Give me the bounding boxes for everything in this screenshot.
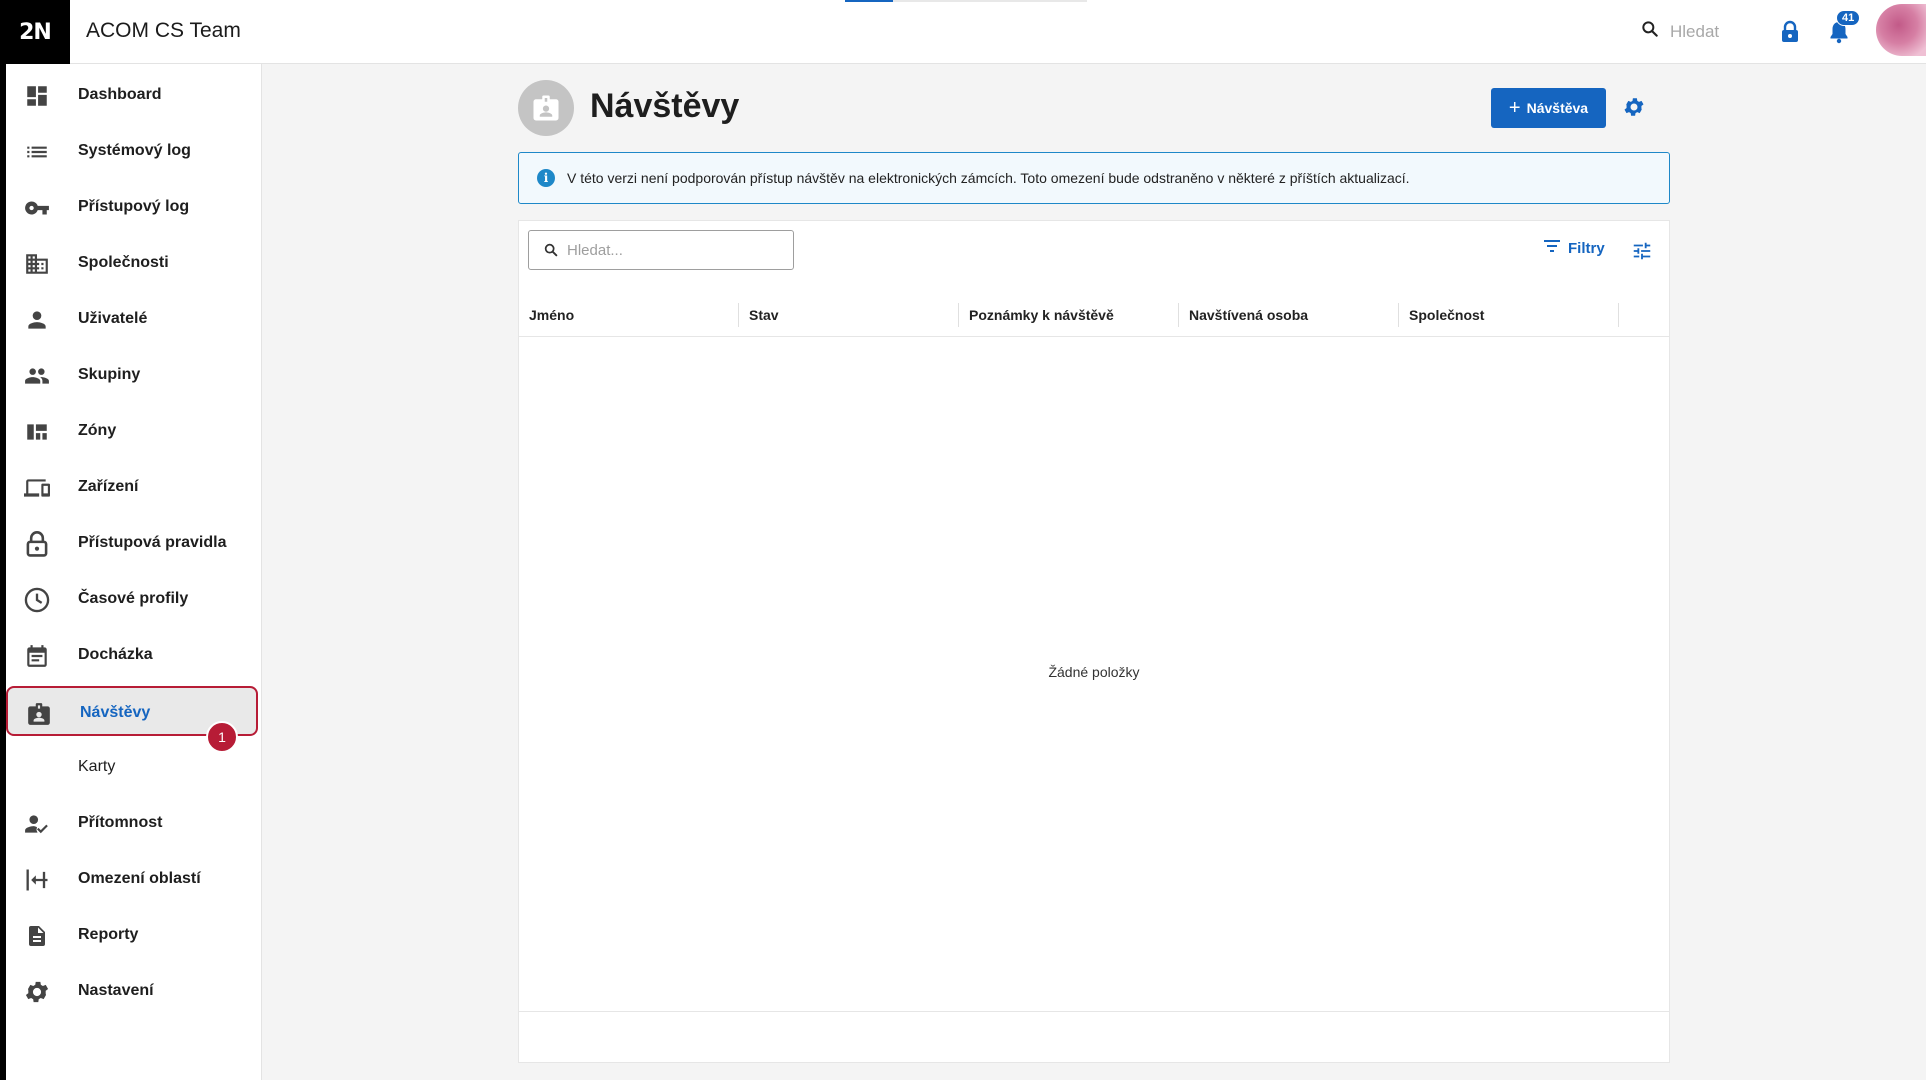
visits-table-card: Filtry Jméno Stav Poznámky k návštěvě Na… <box>518 220 1670 1063</box>
sidebar-item-zones[interactable]: Zóny <box>6 406 258 456</box>
info-alert: i V této verzi není podporován přístup n… <box>518 152 1670 204</box>
top-bar: 2N ACOM CS Team 41 <box>0 0 1926 64</box>
add-visit-label: Návštěva <box>1526 100 1589 116</box>
global-search-input[interactable] <box>1670 21 1760 42</box>
column-header-name[interactable]: Jméno <box>519 293 739 337</box>
sidebar-item-label: Přítomnost <box>78 814 163 831</box>
filter-icon <box>1544 239 1560 257</box>
sidebar-item-cards[interactable]: Karty <box>6 742 258 792</box>
filters-button[interactable]: Filtry <box>1544 239 1605 257</box>
sidebar-item-access-log[interactable]: Přístupový log <box>6 182 258 232</box>
sidebar-item-access-rules[interactable]: Přístupová pravidla <box>6 518 258 568</box>
lock-icon[interactable] <box>1780 20 1800 49</box>
column-header-notes[interactable]: Poznámky k návštěvě <box>959 293 1179 337</box>
sidebar-item-label: Nastavení <box>78 982 154 999</box>
table-search-input[interactable] <box>567 241 787 259</box>
sidebar-item-label: Dashboard <box>78 86 162 103</box>
sidebar-item-devices[interactable]: Zařízení <box>6 462 258 512</box>
calendar-icon <box>23 642 51 670</box>
sidebar-item-label: Přístupová pravidla <box>78 534 227 551</box>
page-title: Návštěvy <box>590 87 740 125</box>
sidebar-item-presence[interactable]: Přítomnost <box>6 798 258 848</box>
brand-logo[interactable]: 2N <box>0 0 70 64</box>
sidebar-item-label: Časové profily <box>78 590 189 607</box>
sidebar-item-label: Skupiny <box>78 366 141 383</box>
sidebar-item-label: Karty <box>78 758 116 775</box>
loading-progress-bar <box>845 0 1087 2</box>
search-icon <box>543 242 559 258</box>
sidebar-item-system-log[interactable]: Systémový log <box>6 126 258 176</box>
app-title: ACOM CS Team <box>86 19 241 42</box>
sidebar-item-label: Zóny <box>78 422 117 439</box>
info-alert-text: V této verzi není podporován přístup náv… <box>567 170 1410 186</box>
sidebar-item-settings[interactable]: Nastavení <box>6 966 258 1016</box>
column-header-company[interactable]: Společnost <box>1399 293 1619 337</box>
lock-open-icon <box>23 530 51 558</box>
table-footer-divider <box>519 1011 1669 1012</box>
column-header-status[interactable]: Stav <box>739 293 959 337</box>
key-icon <box>23 194 51 222</box>
table-search[interactable] <box>528 230 794 270</box>
visitor-badge-icon <box>25 700 53 728</box>
notification-count-badge: 41 <box>1836 10 1861 26</box>
sidebar-item-dashboard[interactable]: Dashboard <box>6 70 258 120</box>
sidebar-item-area-restriction[interactable]: Omezení oblastí <box>6 854 258 904</box>
sidebar-item-label: Docházka <box>78 646 153 663</box>
search-icon[interactable] <box>1640 19 1660 44</box>
settings-icon <box>23 978 51 1006</box>
person-check-icon <box>23 810 51 838</box>
sidebar-item-label: Přístupový log <box>78 198 190 215</box>
sidebar-item-attendance[interactable]: Docházka <box>6 630 258 680</box>
add-visit-button[interactable]: + Návštěva <box>1491 88 1606 128</box>
sidebar-item-label: Návštěvy <box>80 704 151 721</box>
sidebar-item-time-profiles[interactable]: Časové profily <box>6 574 258 624</box>
global-search[interactable] <box>1640 19 1760 44</box>
sidebar-item-label: Uživatelé <box>78 310 148 327</box>
building-icon <box>23 250 51 278</box>
area-restriction-icon <box>23 866 51 894</box>
sidebar-item-companies[interactable]: Společnosti <box>6 238 258 288</box>
sidebar-item-label: Omezení oblastí <box>78 870 201 887</box>
sidebar-item-reports[interactable]: Reporty <box>6 910 258 960</box>
avatar[interactable] <box>1876 4 1926 56</box>
sidebar-item-label: Společnosti <box>78 254 169 271</box>
page-visitor-badge-icon <box>518 80 574 136</box>
sidebar-item-users[interactable]: Uživatelé <box>6 294 258 344</box>
column-header-visited-person[interactable]: Navštívená osoba <box>1179 293 1399 337</box>
report-icon <box>23 922 51 950</box>
table-header: Jméno Stav Poznámky k návštěvě Navštíven… <box>519 293 1669 337</box>
sidebar-item-groups[interactable]: Skupiny <box>6 350 258 400</box>
sidebar-item-label: Zařízení <box>78 478 139 495</box>
list-icon <box>23 138 51 166</box>
column-settings-icon[interactable] <box>1631 240 1653 267</box>
dashboard-icon <box>23 82 51 110</box>
sidebar-item-label: Reporty <box>78 926 139 943</box>
filters-label: Filtry <box>1568 239 1605 257</box>
gear-icon[interactable] <box>1622 95 1646 124</box>
devices-icon <box>23 474 51 502</box>
info-icon: i <box>537 169 555 187</box>
plus-icon: + <box>1508 97 1521 119</box>
zones-icon <box>23 418 51 446</box>
empty-state-text: Žádné položky <box>1048 664 1140 680</box>
group-icon <box>23 362 51 390</box>
person-icon <box>23 306 51 334</box>
sidebar-item-label: Systémový log <box>78 142 191 159</box>
clock-icon <box>23 586 51 614</box>
